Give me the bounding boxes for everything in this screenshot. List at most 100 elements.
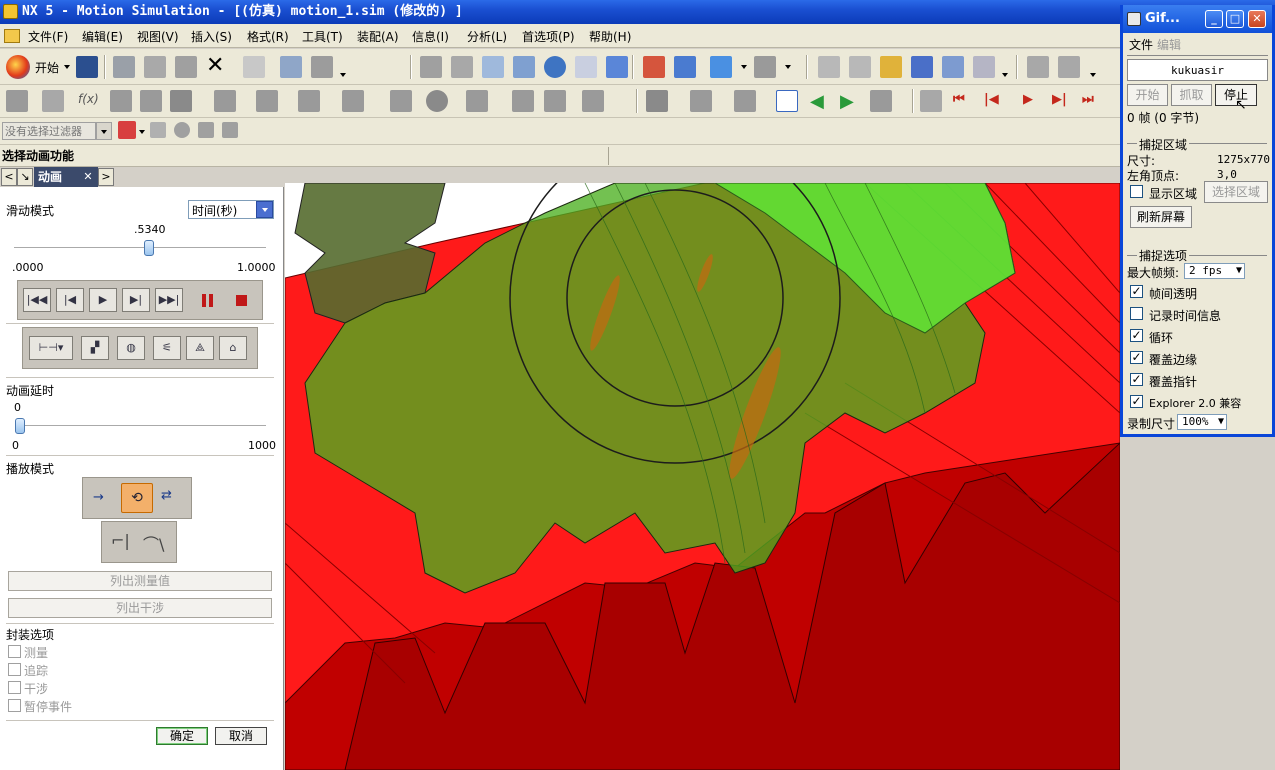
step-forward-icon[interactable]: ▶| (1052, 92, 1067, 107)
close-icon[interactable]: ✕ (1248, 10, 1266, 28)
arrow-left-icon[interactable]: ◀ (810, 91, 824, 112)
motion-icon[interactable] (643, 56, 665, 78)
undo-icon[interactable] (150, 122, 166, 138)
tool-icon[interactable]: ◍ (117, 336, 145, 360)
chevron-down-icon[interactable] (340, 73, 346, 77)
start-icon[interactable] (6, 55, 30, 79)
menu-tools[interactable]: 工具(T) (302, 28, 343, 45)
menu-info[interactable]: 信息(I) (412, 28, 449, 45)
tool-icon[interactable] (512, 90, 534, 112)
menu-view[interactable]: 视图(V) (137, 28, 179, 45)
gear-icon[interactable] (170, 90, 192, 112)
pan-icon[interactable] (575, 56, 597, 78)
tool-icon[interactable]: ▞ (81, 336, 109, 360)
tool-icon[interactable]: ⚟ (153, 336, 181, 360)
tool-icon[interactable] (920, 90, 942, 112)
max-fps-select[interactable]: 2 fps ▼ (1184, 263, 1245, 279)
arrow-right-icon[interactable]: ▶ (840, 91, 854, 112)
tool-icon[interactable] (426, 90, 448, 112)
copy-icon[interactable] (144, 56, 166, 78)
step-back-icon[interactable]: |◀ (984, 92, 999, 107)
ping-pong-icon[interactable]: ⇄ (161, 488, 172, 503)
motion-icon[interactable] (674, 56, 696, 78)
render-icon[interactable] (754, 56, 776, 78)
tool-icon[interactable] (818, 56, 840, 78)
zoom-in-icon[interactable] (513, 56, 535, 78)
tool-icon[interactable] (390, 90, 412, 112)
zoom-icon[interactable] (482, 56, 504, 78)
gif-start-button[interactable]: 开始 (1127, 84, 1168, 106)
fast-forward-icon[interactable]: ⏭ (1082, 92, 1094, 107)
tab-icon[interactable]: ↘ (17, 168, 33, 186)
record-size-select[interactable]: 100% ▼ (1177, 414, 1227, 430)
checklist-icon[interactable] (776, 90, 798, 112)
chevron-down-icon[interactable] (741, 65, 747, 69)
tool-icon[interactable] (911, 56, 933, 78)
time-slider-thumb[interactable] (143, 240, 154, 256)
function-icon[interactable]: f(x) (78, 92, 99, 106)
tool-icon[interactable] (1058, 56, 1080, 78)
pause-icon[interactable] (202, 294, 206, 307)
save-icon[interactable] (76, 56, 98, 78)
tool-icon[interactable] (1027, 56, 1049, 78)
chevron-down-icon[interactable] (785, 65, 791, 69)
chevron-down-icon[interactable] (1090, 73, 1096, 77)
tool-icon[interactable] (174, 122, 190, 138)
view-icon[interactable] (606, 56, 628, 78)
menu-edit[interactable]: 编辑(E) (82, 28, 123, 45)
ruler-icon[interactable]: ⊢⊣▾ (29, 336, 73, 360)
fast-forward-icon[interactable]: ▶▶| (155, 288, 183, 312)
play-icon[interactable]: ▶ (89, 288, 117, 312)
rotate-icon[interactable] (544, 56, 566, 78)
chevron-down-icon[interactable] (139, 130, 145, 134)
tool-icon[interactable] (311, 56, 333, 78)
tool-icon[interactable] (280, 56, 302, 78)
tool-icon[interactable]: ⌂ (219, 336, 247, 360)
tool-icon[interactable] (198, 122, 214, 138)
paste-icon[interactable] (175, 56, 197, 78)
step-forward-icon[interactable]: ▶| (122, 288, 150, 312)
delay-slider-track[interactable] (16, 425, 266, 427)
interference-checkbox[interactable] (8, 681, 21, 694)
option-checkbox[interactable]: ✓ (1130, 395, 1143, 408)
menu-file[interactable]: 文件(F) (28, 28, 68, 45)
list-interference-button[interactable]: 列出干涉 (8, 598, 272, 618)
path-icon[interactable]: ⌒\ (143, 531, 164, 555)
gif-name-field[interactable]: kukuasir (1127, 59, 1268, 81)
gif-menu-file[interactable]: 文件 (1129, 36, 1153, 53)
tool-icon[interactable] (110, 90, 132, 112)
cut-icon[interactable] (113, 56, 135, 78)
delete-icon[interactable]: ✕ (206, 55, 224, 77)
delay-slider-thumb[interactable] (15, 418, 25, 434)
refresh-screen-button[interactable]: 刷新屏幕 (1130, 206, 1192, 228)
tool-icon[interactable] (880, 56, 902, 78)
tool-icon[interactable] (42, 90, 64, 112)
measure-checkbox[interactable] (8, 645, 21, 658)
tool-icon[interactable]: ⟁ (186, 336, 214, 360)
menu-preferences[interactable]: 首选项(P) (522, 28, 575, 45)
pause-icon[interactable] (209, 294, 213, 307)
minimize-icon[interactable]: _ (1205, 10, 1223, 28)
menu-analysis[interactable]: 分析(L) (467, 28, 507, 45)
gif-menu-edit[interactable]: 编辑 (1157, 36, 1181, 53)
menu-assembly[interactable]: 装配(A) (357, 28, 399, 45)
rewind-icon[interactable]: |◀◀ (23, 288, 51, 312)
chevron-down-icon[interactable] (256, 201, 273, 218)
fit-icon[interactable] (420, 56, 442, 78)
tool-icon[interactable] (6, 90, 28, 112)
tool-icon[interactable] (870, 90, 892, 112)
gif-capture-button[interactable]: 抓取 (1171, 84, 1212, 106)
pause-event-checkbox[interactable] (8, 699, 21, 712)
menu-insert[interactable]: 插入(S) (191, 28, 232, 45)
tool-icon[interactable] (544, 90, 566, 112)
option-checkbox[interactable]: ✓ (1130, 373, 1143, 386)
menu-format[interactable]: 格式(R) (247, 28, 289, 45)
select-area-button[interactable]: 选择区域 (1204, 181, 1268, 203)
tab-next-button[interactable]: > (98, 168, 114, 186)
tool-icon[interactable] (298, 90, 320, 112)
option-checkbox[interactable]: ✓ (1130, 351, 1143, 364)
tool-icon[interactable] (973, 56, 995, 78)
filter-dropdown-button[interactable] (96, 122, 112, 140)
snap-icon[interactable] (118, 121, 136, 139)
tool-icon[interactable] (690, 90, 712, 112)
